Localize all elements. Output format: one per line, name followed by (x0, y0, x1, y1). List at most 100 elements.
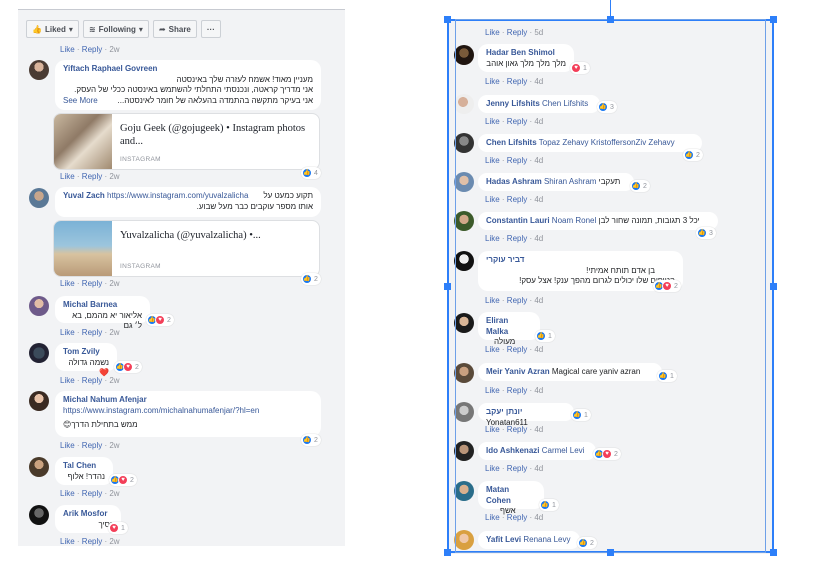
link-preview-card[interactable]: Yuvalzalicha (@yuvalzalicha) •... INSTAG… (53, 220, 320, 277)
avatar[interactable] (454, 441, 474, 461)
comment-meta: Like · Reply · 2w (60, 172, 120, 181)
resize-handle-right[interactable] (770, 283, 777, 290)
heart-reaction-icon: ♥ (109, 523, 119, 533)
instagram-link[interactable]: https://www.instagram.com/yuvalzalicha (107, 191, 248, 200)
avatar[interactable] (454, 313, 474, 333)
card-source: INSTAGRAM (120, 156, 161, 163)
comment-bubble: Eliran Malka מעולה (478, 312, 540, 346)
avatar[interactable] (454, 481, 474, 501)
comment-meta: Like · Reply · 4d (485, 296, 544, 305)
avatar[interactable] (29, 391, 49, 411)
comment-meta: Like · Reply · 4d (485, 117, 544, 126)
avatar[interactable] (454, 402, 474, 422)
reaction-summary[interactable]: 👍 1 (539, 499, 559, 511)
more-options-button[interactable]: ··· (200, 20, 221, 38)
comment-bubble: Tal Chen נהדר! אלוף (55, 457, 113, 485)
reaction-summary[interactable]: 👍 ♥ 2 (653, 280, 681, 292)
reaction-summary[interactable]: 👍 4 (301, 167, 321, 179)
see-more-link[interactable]: See More (63, 96, 98, 107)
avatar[interactable] (454, 94, 474, 114)
avatar[interactable] (29, 188, 49, 208)
avatar[interactable] (29, 296, 49, 316)
resize-handle-top-left[interactable] (444, 16, 451, 23)
share-arrow-icon: ➦ (158, 24, 166, 34)
comment-meta: Like · Reply · 2w (60, 376, 120, 385)
comment-meta: Like · Reply · 2w (60, 489, 120, 498)
reaction-summary[interactable]: 👍 2 (577, 537, 597, 549)
reaction-summary[interactable]: 👍 ♥ 2 (109, 474, 137, 486)
resize-handle-bottom-right[interactable] (770, 549, 777, 556)
resize-handle-top-right[interactable] (770, 16, 777, 23)
avatar[interactable] (454, 211, 474, 231)
right-comments-panel: Like · Reply · 5d Hadar Ben Shimol מלך מ… (447, 20, 774, 554)
reaction-summary[interactable]: 👍 ♥ 2 (114, 361, 142, 373)
left-comments-panel: 👍 Liked ▾ ≋ Following ▾ ➦ Share ··· Like… (18, 10, 345, 546)
liked-button[interactable]: 👍 Liked ▾ (26, 20, 79, 38)
reaction-summary[interactable]: 👍 2 (683, 149, 703, 161)
link-preview-card[interactable]: Goju Geek (@gojugeek) • Instagram photos… (53, 113, 320, 170)
resize-handle-top[interactable] (607, 16, 614, 23)
like-reaction-icon: 👍 (302, 274, 312, 284)
like-reaction-icon: 👍 (572, 410, 582, 420)
comment-bubble: Michal Barnea אליאור יא מהמם, בא ל׳ גם (55, 296, 150, 330)
reaction-summary[interactable]: 👍 ♥ 2 (593, 448, 621, 460)
resize-handle-left[interactable] (444, 283, 451, 290)
avatar[interactable] (454, 530, 474, 550)
avatar[interactable] (29, 505, 49, 525)
avatar[interactable] (454, 251, 474, 271)
reaction-summary[interactable]: 👍 3 (597, 101, 617, 113)
heart-reaction-icon: ♥ (118, 475, 128, 485)
reaction-summary[interactable]: 👍 ♥ 2 (146, 314, 174, 326)
reaction-summary[interactable]: 👍 1 (571, 409, 591, 421)
comment-meta: Like · Reply · 2w (60, 537, 120, 546)
comment-meta: Like · Reply · 4d (485, 156, 544, 165)
instagram-link[interactable]: https://www.instagram.com/michalnahumafe… (63, 406, 259, 415)
avatar[interactable] (454, 45, 474, 65)
like-reaction-icon: 👍 (540, 500, 550, 510)
card-source: INSTAGRAM (120, 263, 161, 270)
heart-reaction-icon: ♥ (123, 362, 133, 372)
rss-icon: ≋ (88, 24, 96, 34)
reaction-summary[interactable]: 👍 1 (657, 370, 677, 382)
comment-meta: Like · Reply · 4d (485, 195, 544, 204)
like-reaction-icon: 👍 (684, 150, 694, 160)
avatar[interactable] (454, 133, 474, 153)
comment-bubble: Matan Cohen אשף (478, 481, 544, 515)
chevron-down-icon: ▾ (68, 24, 73, 34)
avatar[interactable] (29, 457, 49, 477)
reaction-summary[interactable]: 👍 2 (301, 273, 321, 285)
like-reaction-icon: 👍 (578, 538, 588, 548)
comment-meta: Like · Reply · 5d (485, 28, 544, 37)
reaction-summary[interactable]: 👍 1 (535, 330, 555, 342)
comment-meta: Like · Reply · 4d (485, 464, 544, 473)
reaction-summary[interactable]: ♥ 1 (570, 62, 590, 74)
comment-bubble: Yafit Levi Renana Levy (478, 531, 580, 549)
chevron-down-icon: ▾ (138, 24, 143, 34)
following-button[interactable]: ≋ Following ▾ (82, 20, 149, 38)
comment-bubble: Meir Yaniv Azran Magical care yaniv azra… (478, 363, 662, 381)
comment-meta: Like · Reply · 2w (60, 328, 120, 337)
like-reaction-icon: 👍 (302, 168, 312, 178)
comment-meta: Like · Reply · 2w (60, 45, 120, 54)
avatar[interactable] (29, 343, 49, 363)
comment-bubble: Constantin Lauri Noam Ronel יכל 3 תגובות… (478, 212, 718, 230)
comment-meta: Like · Reply · 2w (60, 279, 120, 288)
reaction-summary[interactable]: 👍 3 (696, 227, 716, 239)
avatar[interactable] (29, 60, 49, 80)
reaction-summary[interactable]: 👍 2 (630, 180, 650, 192)
comment-bubble: Chen Lifshits Topaz Zehavy Kristofferson… (478, 134, 702, 152)
reaction-summary[interactable]: 👍 2 (301, 434, 321, 446)
share-button[interactable]: ➦ Share (152, 20, 197, 38)
comment-bubble: Hadas Ashram Shiran Ashram תעקבי (478, 173, 634, 191)
comment-meta: Like · Reply · 4d (485, 345, 544, 354)
heart-reaction-icon: ♥ (662, 281, 672, 291)
resize-handle-bottom[interactable] (607, 549, 614, 556)
comment-bubble: Ido Ashkenazi Carmel Levi (478, 442, 596, 460)
reaction-summary[interactable]: ♥ 1 (108, 522, 128, 534)
comment-meta: Like · Reply · 4d (485, 386, 544, 395)
like-reaction-icon: 👍 (658, 371, 668, 381)
avatar[interactable] (454, 363, 474, 383)
comment-bubble: Hadar Ben Shimol מלך מלך מלך גאון אוהב (478, 44, 574, 72)
avatar[interactable] (454, 172, 474, 192)
resize-handle-bottom-left[interactable] (444, 549, 451, 556)
